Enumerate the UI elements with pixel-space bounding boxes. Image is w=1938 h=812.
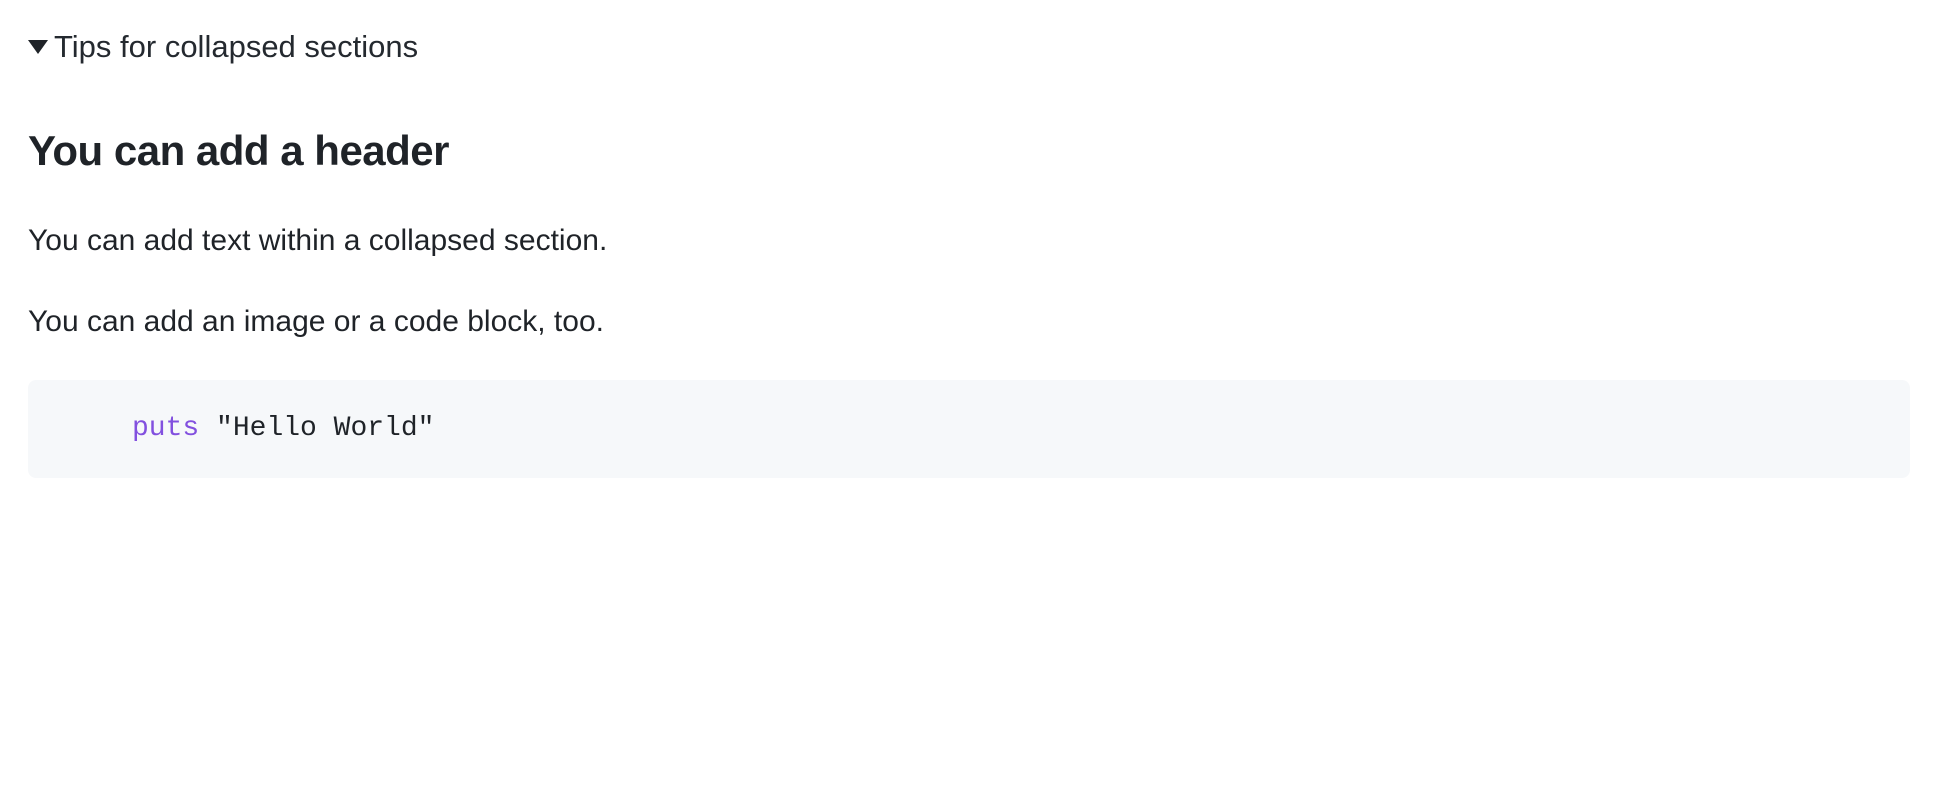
code-string: "Hello World" [216, 413, 434, 444]
section-header: You can add a header [28, 119, 1910, 182]
disclosure-triangle-icon [28, 40, 48, 54]
paragraph-text-2: You can add an image or a code block, to… [28, 299, 1910, 344]
summary-label: Tips for collapsed sections [54, 24, 418, 71]
code-block: puts "Hello World" [28, 380, 1910, 478]
paragraph-text-1: You can add text within a collapsed sect… [28, 218, 1910, 263]
details-summary[interactable]: Tips for collapsed sections [28, 24, 1910, 71]
code-keyword: puts [132, 413, 199, 444]
